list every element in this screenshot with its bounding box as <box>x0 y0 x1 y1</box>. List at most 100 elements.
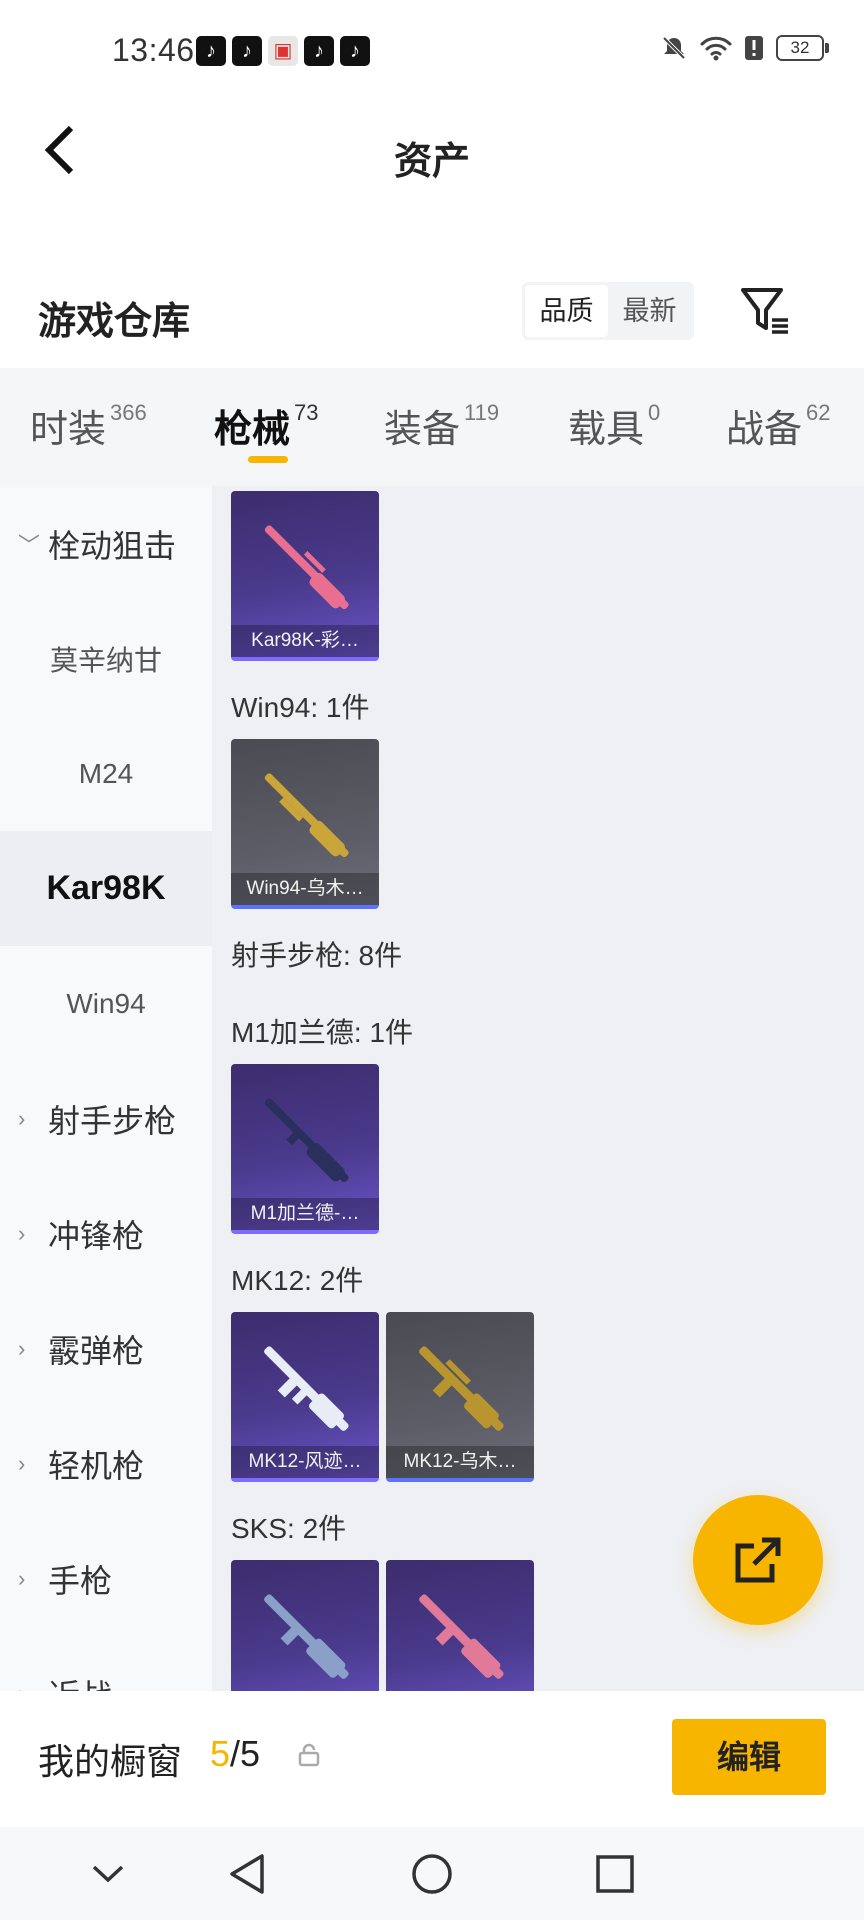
filter-icon <box>741 288 788 334</box>
sidebar-item-mosin[interactable]: 莫辛纳甘 <box>0 601 212 716</box>
battery-indicator: 32 <box>776 35 829 61</box>
rifle-icon <box>264 1346 349 1431</box>
rifle-icon <box>264 773 349 858</box>
weapon-card-name: MK12-乌木… <box>386 1446 534 1478</box>
nav-collapse-button[interactable] <box>83 1849 133 1899</box>
tab-fashion[interactable]: 时装 366 <box>30 398 147 453</box>
sidebar-item-pistol[interactable]: › 手枪 <box>0 1521 212 1636</box>
weapon-card[interactable]: MK12-乌木… <box>386 1312 534 1482</box>
recents-square-icon <box>596 1855 634 1893</box>
sidebar-item-label: Win94 <box>66 987 146 1019</box>
status-bar: 13:46 ♪ ♪ ▣ ♪ ♪ 32 <box>0 0 864 100</box>
showcase-count: 5/5 <box>210 1733 260 1775</box>
weapon-card-name: M1加兰德-… <box>231 1198 379 1230</box>
tab-label: 战备 <box>726 409 803 451</box>
sort-quality-button[interactable]: 品质 <box>525 285 608 337</box>
sidebar-item-melee[interactable]: › 近战 <box>0 1636 212 1692</box>
sidebar-item-m24[interactable]: M24 <box>0 716 212 831</box>
chevron-right-icon: › <box>18 1565 26 1591</box>
tab-vehicles[interactable]: 载具 0 <box>568 398 660 453</box>
nav-back-button[interactable] <box>222 1849 272 1899</box>
tab-guns[interactable]: 枪械 73 <box>214 398 319 453</box>
filter-button[interactable] <box>738 284 792 338</box>
tab-label: 枪械 <box>214 409 291 451</box>
tab-label: 时装 <box>30 409 107 451</box>
sidebar-item-dmr[interactable]: › 射手步枪 <box>0 1061 212 1176</box>
status-time: 13:46 <box>112 32 195 68</box>
weapon-card[interactable]: Kar98K-彩… <box>231 491 379 661</box>
sidebar-item-label: 手枪 <box>48 1562 113 1599</box>
rifle-icon <box>419 1594 504 1679</box>
sidebar-item-win94[interactable]: Win94 <box>0 946 212 1061</box>
system-nav-bar <box>0 1827 864 1920</box>
tab-equipment[interactable]: 装备 119 <box>384 398 499 453</box>
category-tabs: 时装 366 枪械 73 装备 119 载具 0 战备 62 <box>0 368 864 486</box>
sidebar-item-label: 轻机枪 <box>48 1447 145 1484</box>
weapon-card-name: MK12-风迹… <box>231 1446 379 1478</box>
chevron-right-icon: › <box>18 1681 25 1692</box>
warehouse-title: 游戏仓库 <box>38 301 191 343</box>
package-icon: ▣ <box>268 36 298 66</box>
wifi-icon <box>700 36 732 61</box>
page-title: 资产 <box>393 141 470 183</box>
chevron-down-icon <box>92 1865 124 1883</box>
tab-gear[interactable]: 战备 62 <box>726 398 831 453</box>
weapon-card-name: Win94-乌木… <box>231 873 379 905</box>
sidebar-item-kar98k[interactable]: Kar98K <box>0 831 212 946</box>
chevron-right-icon: › <box>18 1220 26 1246</box>
home-circle-icon <box>412 1854 452 1894</box>
sidebar-item-shotgun[interactable]: › 霰弹枪 <box>0 1291 212 1406</box>
tiktok-icon: ♪ <box>304 36 334 66</box>
weapon-card[interactable]: MK12-风迹… <box>231 1312 379 1482</box>
showcase-bar: 我的橱窗 5/5 编辑 <box>0 1691 864 1827</box>
share-fab-button[interactable] <box>693 1495 823 1625</box>
tab-count: 366 <box>110 400 147 425</box>
weapon-category-sidebar: ﹀ 栓动狙击 莫辛纳甘 M24 Kar98K Win94 › 射手步枪 › 冲锋… <box>0 486 212 1691</box>
tab-label: 装备 <box>384 409 461 451</box>
sidebar-item-label: M24 <box>78 757 134 789</box>
group-label: MK12: 2件 <box>231 1265 364 1296</box>
tab-count: 119 <box>464 400 500 425</box>
showcase-label: 我的橱窗 <box>38 1741 183 1782</box>
sort-newest-button[interactable]: 最新 <box>608 285 691 337</box>
sidebar-item-label: 栓动狙击 <box>48 527 177 564</box>
weapon-card[interactable] <box>386 1560 534 1691</box>
rifle-icon <box>264 1594 349 1679</box>
sidebar-item-lmg[interactable]: › 轻机枪 <box>0 1406 212 1521</box>
system-icons: 32 <box>660 34 829 62</box>
tab-active-indicator <box>248 456 288 463</box>
tiktok-icon: ♪ <box>232 36 262 66</box>
sidebar-item-label: 近战 <box>48 1671 112 1692</box>
sidebar-item-label: 霰弹枪 <box>48 1332 145 1369</box>
tab-count: 73 <box>294 400 319 425</box>
sort-toggle: 品质 最新 <box>522 282 694 340</box>
mute-icon <box>662 36 686 60</box>
weapon-card-name: Kar98K-彩… <box>231 625 379 657</box>
lock-icon <box>298 1743 320 1767</box>
tab-count: 62 <box>806 400 831 425</box>
sidebar-item-label: 射手步枪 <box>48 1102 177 1139</box>
edit-button[interactable]: 编辑 <box>672 1719 826 1795</box>
group-label: Win94: 1件 <box>231 692 370 723</box>
chevron-right-icon: › <box>18 1450 26 1476</box>
sidebar-item-label: 冲锋枪 <box>48 1217 145 1254</box>
chevron-right-icon: › <box>18 1335 26 1361</box>
nav-recents-button[interactable] <box>590 1849 640 1899</box>
nav-home-button[interactable] <box>407 1849 457 1899</box>
weapon-card[interactable]: M1加兰德-… <box>231 1064 379 1234</box>
tab-count: 0 <box>648 400 661 425</box>
sidebar-item-label: Kar98K <box>46 869 166 907</box>
tab-label: 载具 <box>568 409 645 451</box>
sidebar-item-smg[interactable]: › 冲锋枪 <box>0 1176 212 1291</box>
group-label: SKS: 2件 <box>231 1513 347 1544</box>
chevron-down-icon: ﹀ <box>18 532 41 558</box>
rifle-icon <box>264 1098 349 1183</box>
weapon-card[interactable]: Win94-乌木… <box>231 739 379 909</box>
back-triangle-icon <box>230 1854 264 1894</box>
showcase-current: 5 <box>210 1733 231 1774</box>
alert-icon <box>745 36 763 60</box>
sidebar-item-bolt-action[interactable]: ﹀ 栓动狙击 <box>0 486 212 601</box>
group-label: 射手步枪: 8件 <box>231 940 403 971</box>
notification-icons: ♪ ♪ ▣ ♪ ♪ <box>196 36 370 66</box>
weapon-card[interactable] <box>231 1560 379 1691</box>
